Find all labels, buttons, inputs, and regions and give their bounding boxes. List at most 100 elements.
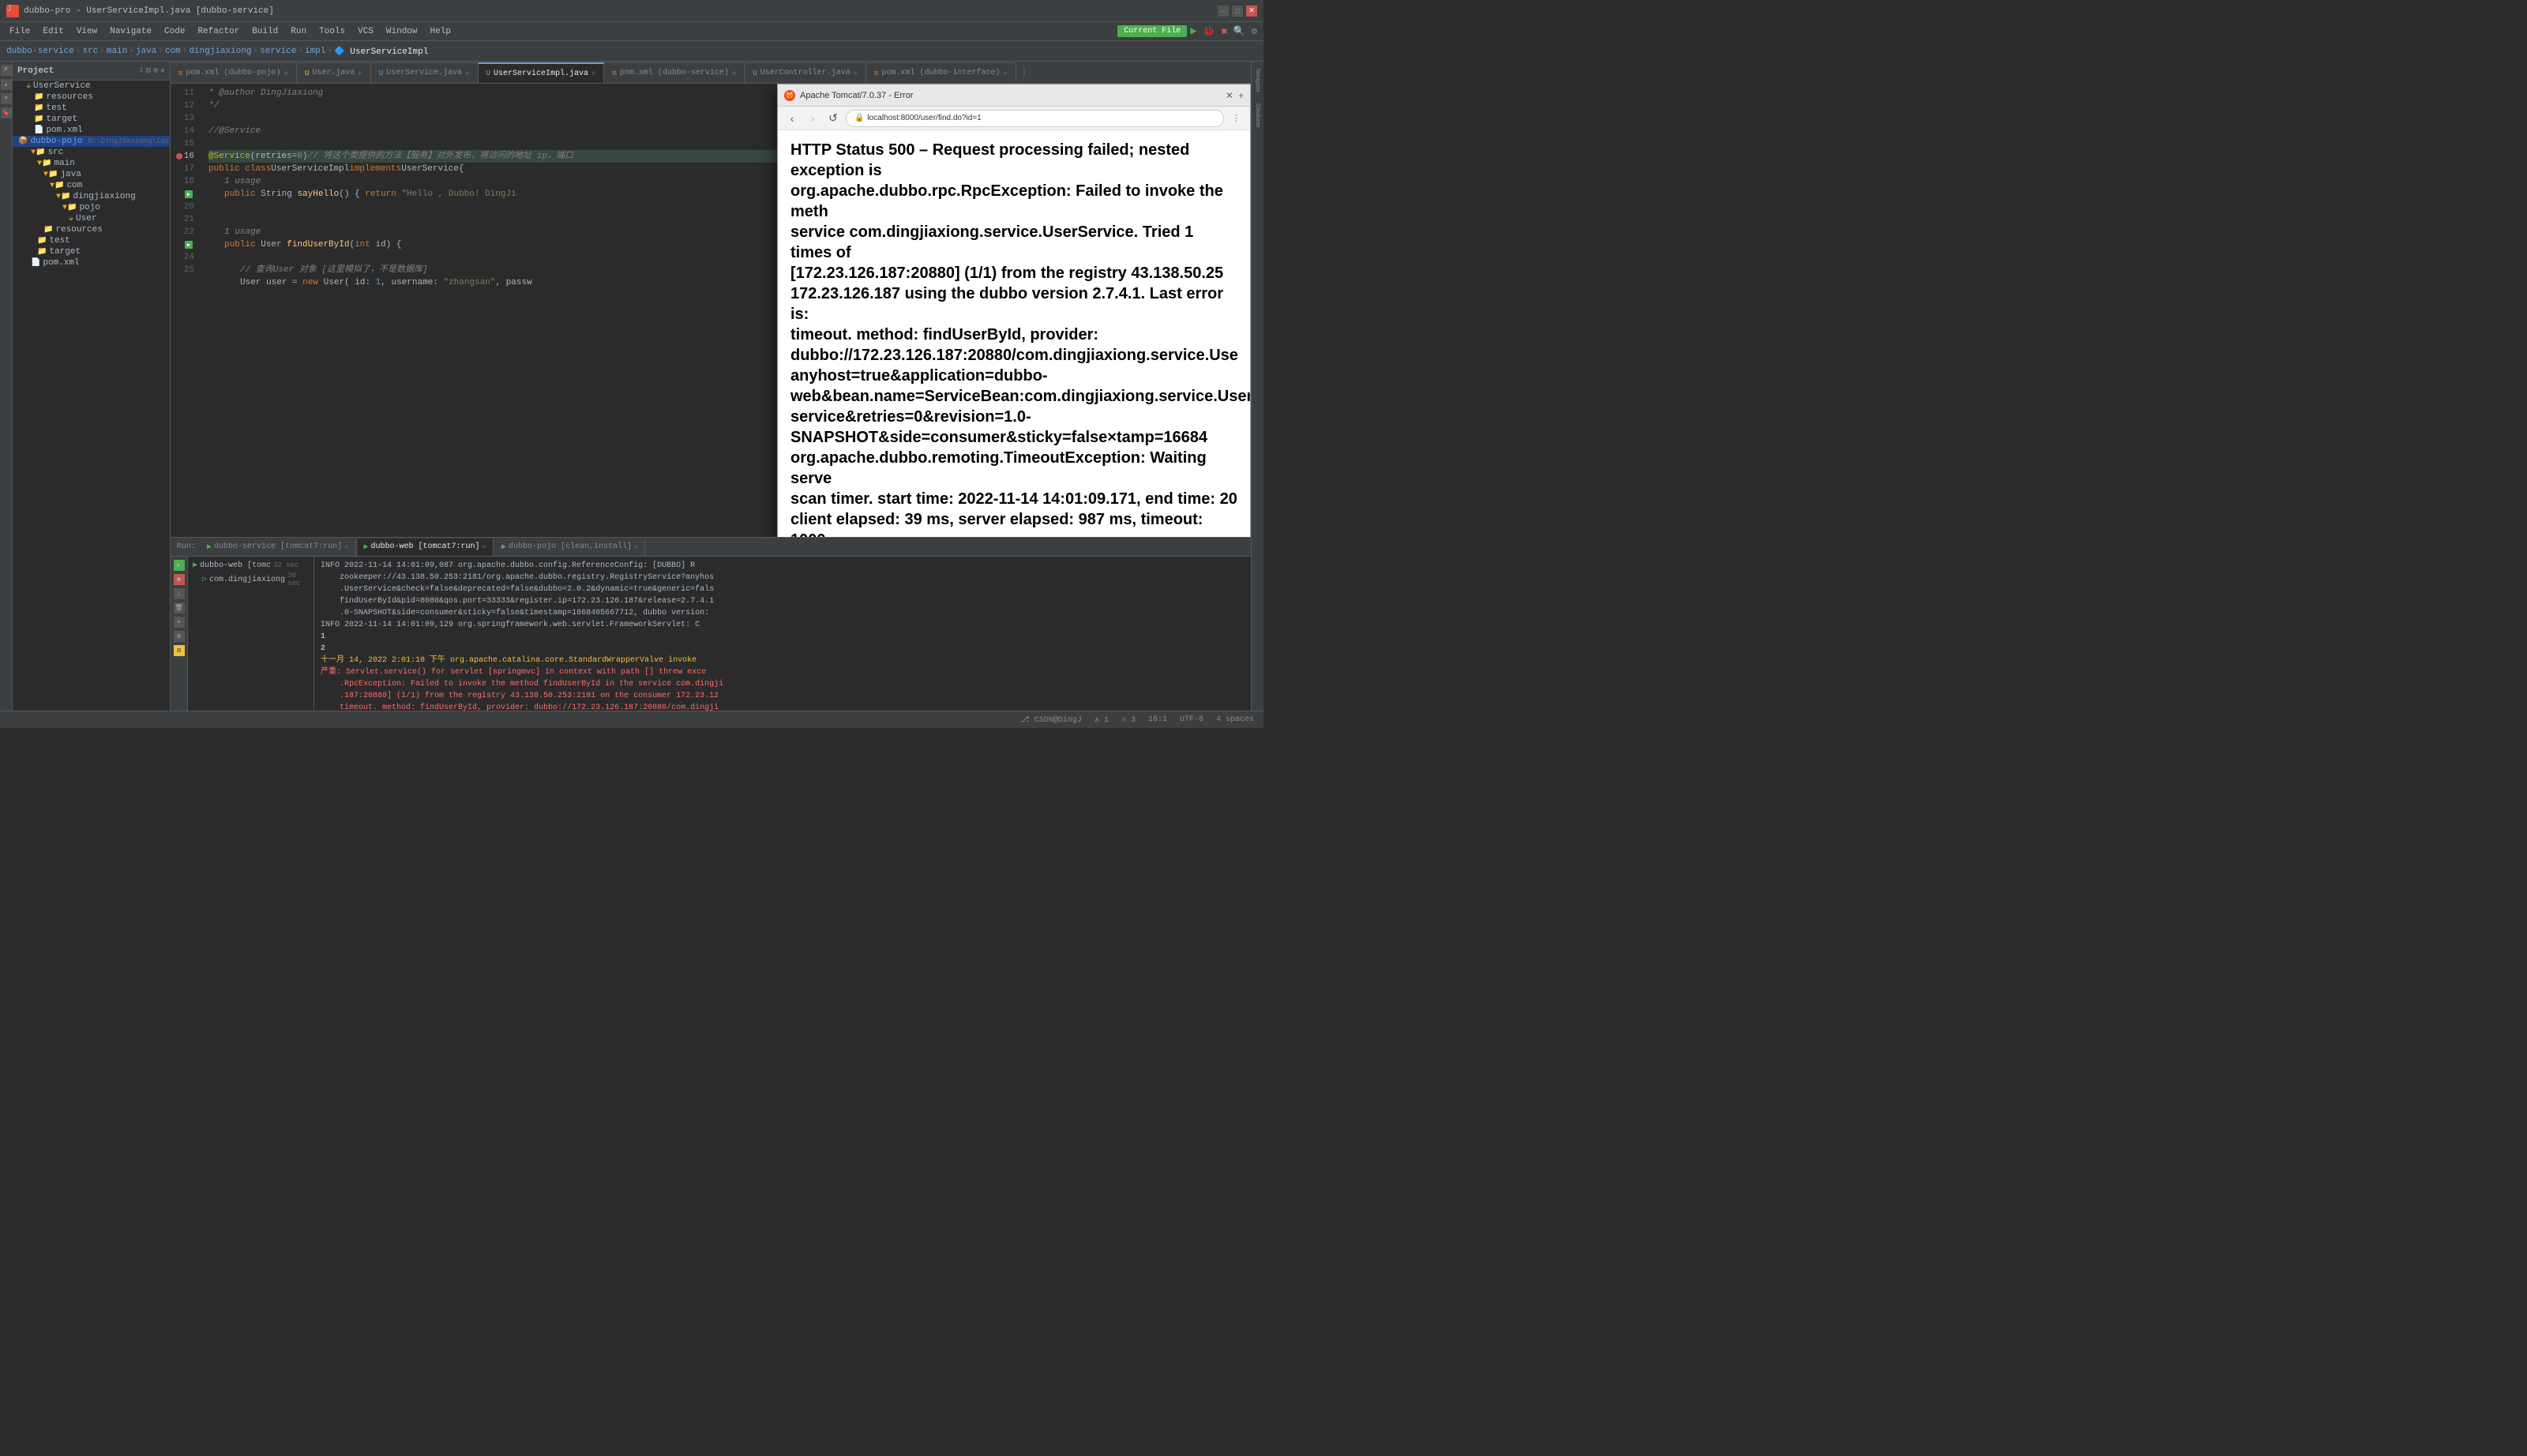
tree-user[interactable]: ☕ User bbox=[13, 213, 170, 224]
bookmarks-button[interactable]: 🔖 bbox=[1, 107, 12, 118]
breadcrumb-service[interactable]: service bbox=[260, 47, 296, 56]
debug-button[interactable]: 🐞 bbox=[1200, 25, 1218, 37]
tree-resources2[interactable]: 📁 resources bbox=[13, 224, 170, 235]
minimize-button[interactable]: ─ bbox=[1218, 6, 1229, 17]
run-tab-dubbo-web[interactable]: ▶ dubbo-web [tomcat7:run] ✕ bbox=[358, 538, 494, 556]
tree-userservice[interactable]: ☕ UserService bbox=[13, 81, 170, 92]
tab-usercontroller[interactable]: U UserController.java ✕ bbox=[745, 62, 866, 83]
menu-run[interactable]: Run bbox=[284, 25, 313, 38]
browser-close-button[interactable]: ✕ bbox=[1226, 90, 1233, 101]
run-tree-dingjiaxiong[interactable]: ▷ com.dingjiaxiong 30 sec bbox=[191, 571, 310, 588]
close-icon[interactable]: ✕ bbox=[283, 69, 287, 77]
close-icon[interactable]: ✕ bbox=[732, 69, 736, 77]
close-icon[interactable]: ✕ bbox=[482, 543, 486, 551]
tree-target[interactable]: 📁 target bbox=[13, 114, 170, 125]
hide-icon[interactable]: ✕ bbox=[160, 66, 165, 76]
menu-tools[interactable]: Tools bbox=[313, 25, 351, 38]
settings-button[interactable]: ⚙ bbox=[1248, 25, 1260, 37]
favorites-button[interactable]: ★ bbox=[1, 79, 12, 90]
tree-com[interactable]: ▼📁 com bbox=[13, 180, 170, 191]
encoding-indicator[interactable]: UTF-8 bbox=[1177, 715, 1207, 724]
navigator-tab[interactable]: Navigator bbox=[1253, 65, 1263, 96]
breadcrumb-dingjiaxiong[interactable]: dingjiaxiong bbox=[189, 47, 251, 56]
errors-count[interactable]: ✕ 3 bbox=[1118, 715, 1139, 725]
forward-button[interactable]: › bbox=[805, 111, 820, 126]
close-button[interactable]: ✕ bbox=[1246, 6, 1257, 17]
menu-help[interactable]: Help bbox=[424, 25, 457, 38]
tab-user-java[interactable]: U User.java ✕ bbox=[297, 62, 371, 83]
menu-window[interactable]: Window bbox=[380, 25, 424, 38]
tree-pom-xml2[interactable]: 📄 pom.xml bbox=[13, 257, 170, 268]
tree-test[interactable]: 📁 test bbox=[13, 103, 170, 114]
indent-indicator[interactable]: 4 spaces bbox=[1213, 715, 1257, 724]
tree-pojo[interactable]: ▼📁 pojo bbox=[13, 202, 170, 213]
breadcrumb-com[interactable]: com bbox=[165, 47, 181, 56]
database-tab[interactable]: Database bbox=[1253, 99, 1263, 131]
tab-pom-pojo[interactable]: m pom.xml (dubbo-pojo) ✕ bbox=[171, 62, 297, 83]
run-tab-dubbo-service[interactable]: ▶ dubbo-service [tomcat7:run] ✕ bbox=[201, 538, 355, 556]
close-icon[interactable]: ✕ bbox=[634, 543, 638, 551]
breadcrumb-main[interactable]: main bbox=[107, 47, 127, 56]
menu-vcs[interactable]: VCS bbox=[351, 25, 380, 38]
close-icon[interactable]: ✕ bbox=[591, 69, 595, 77]
menu-refactor[interactable]: Refactor bbox=[191, 25, 246, 38]
code-editor[interactable]: 11 12 13 14 15 16 17 18 ▶ 20 21 22 ▶ bbox=[171, 84, 1251, 537]
tree-resources[interactable]: 📁 resources bbox=[13, 92, 170, 103]
close-icon[interactable]: ✕ bbox=[344, 543, 348, 551]
maximize-button[interactable]: □ bbox=[1232, 6, 1243, 17]
project-tool-button[interactable]: P bbox=[1, 65, 12, 76]
gear-icon[interactable]: ⚙ bbox=[153, 66, 158, 76]
tab-userservice-java[interactable]: U UserService.java ✕ bbox=[371, 62, 479, 83]
menu-build[interactable]: Build bbox=[246, 25, 284, 38]
menu-file[interactable]: File bbox=[3, 25, 36, 38]
breadcrumb-java[interactable]: java bbox=[136, 47, 156, 56]
tree-dubbo-pojo[interactable]: 📦 dubbo-pojo D:\DingJiaxiong\IdeaProject… bbox=[13, 136, 170, 147]
close-icon[interactable]: ✕ bbox=[854, 69, 858, 77]
tree-src[interactable]: ▼📁 src bbox=[13, 147, 170, 158]
tab-pom-interface[interactable]: m pom.xml (dubbo-interface) ✕ bbox=[866, 62, 1016, 83]
stop-button[interactable]: ■ bbox=[1218, 26, 1230, 37]
browser-menu-icon[interactable]: ⋮ bbox=[1229, 113, 1244, 123]
search-everywhere-button[interactable]: 🔍 bbox=[1230, 25, 1248, 37]
filter-button[interactable]: ≡ bbox=[174, 617, 185, 628]
tree-target2[interactable]: 📁 target bbox=[13, 246, 170, 257]
current-file-selector[interactable]: Current File bbox=[1117, 25, 1187, 37]
structure-button[interactable]: ≡ bbox=[1, 93, 12, 104]
more-tabs-button[interactable]: ⋮ bbox=[1016, 66, 1032, 78]
tree-java[interactable]: ▼📁 java bbox=[13, 169, 170, 180]
run-button[interactable]: ▶ bbox=[1187, 24, 1200, 38]
warnings-count[interactable]: ⚠ 1 bbox=[1091, 715, 1112, 725]
line-col-indicator[interactable]: 16:1 bbox=[1145, 715, 1170, 724]
tab-userserviceimpl-java[interactable]: U UserServiceImpl.java ✕ bbox=[479, 62, 605, 83]
collapse-icon[interactable]: ⊟ bbox=[146, 66, 151, 76]
close-icon[interactable]: ✕ bbox=[465, 69, 469, 77]
fold-button[interactable]: ⊟ bbox=[174, 645, 185, 656]
address-bar[interactable]: 🔒 localhost:8000/user/find.do?id=1 bbox=[846, 110, 1224, 127]
back-button[interactable]: ‹ bbox=[784, 111, 800, 126]
run-tab-dubbo-pojo[interactable]: ▶ dubbo-pojo [clean,install] ✕ bbox=[495, 538, 645, 556]
run-tree-dubbo-web[interactable]: ▶ dubbo-web [tomc 32 sec bbox=[191, 560, 310, 571]
window-controls[interactable]: ─ □ ✕ bbox=[1218, 6, 1257, 17]
sync-icon[interactable]: ↕ bbox=[139, 66, 144, 76]
clear-log-button[interactable]: 🗑 bbox=[174, 602, 185, 614]
settings-icon[interactable]: ⚙ bbox=[174, 631, 185, 642]
tree-pom-xml[interactable]: 📄 pom.xml bbox=[13, 125, 170, 136]
browser-new-tab-button[interactable]: + bbox=[1238, 90, 1244, 101]
git-branch[interactable]: ⎇ CSDN@DingJ bbox=[1017, 715, 1085, 725]
tree-dingjiaxiong[interactable]: ▼📁 dingjiaxiong bbox=[13, 191, 170, 202]
breadcrumb-dubbo-service[interactable]: dubbo-service bbox=[6, 47, 74, 56]
close-icon[interactable]: ✕ bbox=[358, 69, 362, 77]
tree-main[interactable]: ▼📁 main bbox=[13, 158, 170, 169]
close-icon[interactable]: ✕ bbox=[1004, 69, 1008, 77]
menu-code[interactable]: Code bbox=[158, 25, 191, 38]
menu-view[interactable]: View bbox=[70, 25, 103, 38]
tab-pom-service[interactable]: m pom.xml (dubbo-service) ✕ bbox=[604, 62, 745, 83]
breadcrumb-impl[interactable]: impl bbox=[305, 47, 325, 56]
menu-navigate[interactable]: Navigate bbox=[103, 25, 158, 38]
tree-test2[interactable]: 📁 test bbox=[13, 235, 170, 246]
refresh-button[interactable]: ↺ bbox=[825, 111, 841, 126]
scroll-end-button[interactable]: ↓ bbox=[174, 588, 185, 599]
menu-edit[interactable]: Edit bbox=[36, 25, 69, 38]
run-again-button[interactable]: ▶ bbox=[174, 560, 185, 571]
breadcrumb-src[interactable]: src bbox=[82, 47, 98, 56]
